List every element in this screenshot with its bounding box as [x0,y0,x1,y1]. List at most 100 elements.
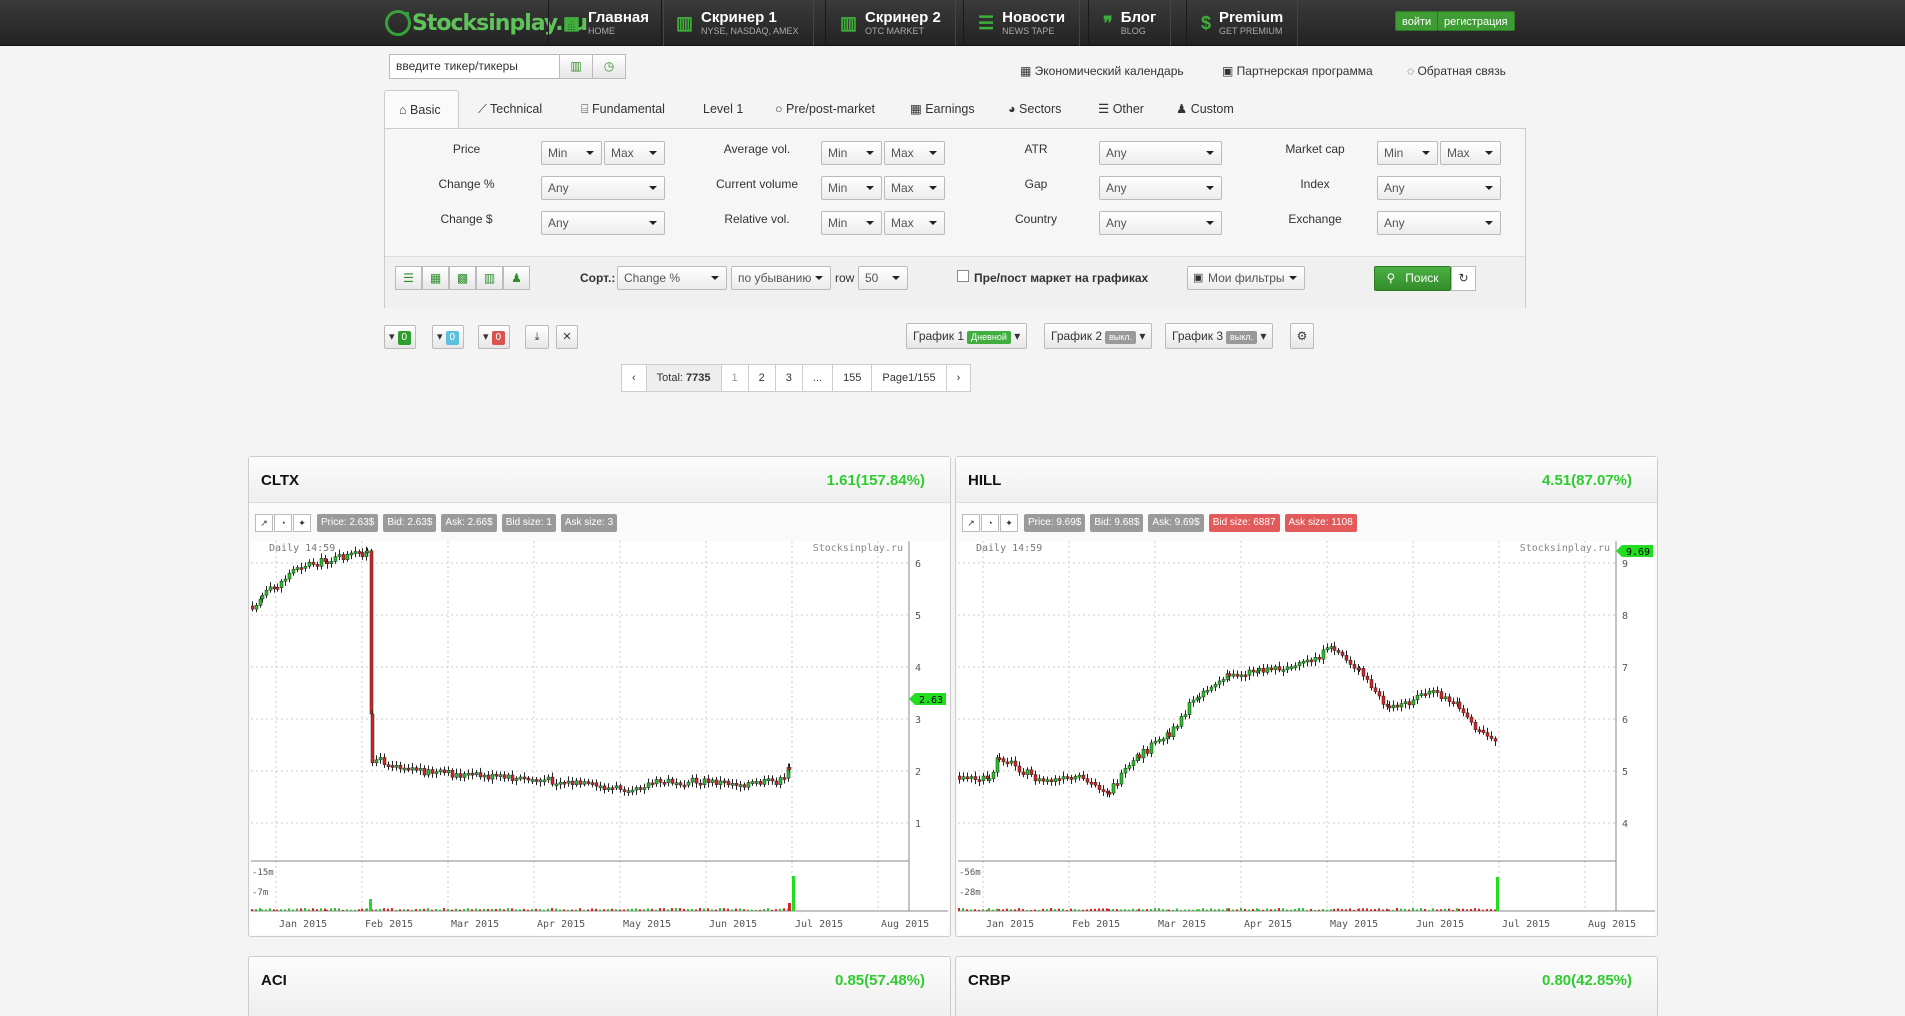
ticker-input[interactable]: введите тикер/тикеры [389,54,560,79]
nav-blog[interactable]: ❞ Блог BLOG [1088,0,1172,46]
candle-body [275,587,280,590]
chart-settings-button[interactable]: ⚙ [1290,323,1314,349]
prepost-checkbox[interactable] [957,270,969,282]
chart3-button[interactable]: График 3 выкл. ▾ [1165,323,1274,349]
relvol-max-select[interactable]: Max [884,211,945,235]
view-list-button[interactable]: ☰ [395,266,422,290]
candle-body [578,780,583,785]
refresh-button[interactable]: ↻ [1451,266,1476,291]
view-user-button[interactable]: ♟ [503,266,530,290]
gap-select[interactable]: Any [1099,176,1222,200]
exchange-select[interactable]: Any [1377,211,1501,235]
nav-screener-1[interactable]: ▥ Скринер 1 NYSE, NASDAQ, AMEX [661,0,814,46]
candle-body [1239,674,1244,678]
page-3[interactable]: 3 [774,364,803,392]
ticker-symbol[interactable]: HILL [968,472,1001,489]
economic-calendar-link[interactable]: ▦ Экономический календарь [1020,64,1184,78]
ticker-symbol[interactable]: ACI [261,972,287,989]
clock-button[interactable]: ◷ [592,54,626,79]
feedback-link[interactable]: ◌ Обратная связь [1407,64,1506,78]
green-count-button[interactable]: ▾ 0 [384,325,417,349]
avgvol-min-select[interactable]: Min [821,141,882,165]
search-button[interactable]: ⚲ Поиск [1374,266,1451,291]
view-charts-button[interactable]: ▥ [476,266,503,290]
page-last[interactable]: 155 [832,364,873,392]
chart1-button[interactable]: График 1 Дневной ▾ [906,323,1028,349]
nav-screener-2[interactable]: ▥ Скринер 2 OTC MARKET [825,0,956,46]
volume-bar [369,899,372,911]
rss-icon[interactable]: ◔ [274,514,292,532]
change-usd-select[interactable]: Any [541,211,665,235]
tab-sectors[interactable]: ◕ Sectors [994,90,1075,128]
avgvol-max-select[interactable]: Max [884,141,945,165]
candle-body [474,772,479,775]
ticker-symbol[interactable]: CRBP [968,972,1011,989]
candle-body [1255,670,1260,674]
tab-other[interactable]: ☰ Other [1084,90,1158,128]
chart2-button[interactable]: График 2 выкл. ▾ [1044,323,1153,349]
sort-select[interactable]: Change % [617,266,727,290]
register-button[interactable]: регистрация [1437,11,1515,31]
rss-icon[interactable]: ◔ [981,514,999,532]
red-count-button[interactable]: ▾ 0 [478,325,511,349]
price-chart[interactable]: 6 5 4 3 2 1 Daily 14:59 Stocksinplay.ru -15m -7m J… [250,541,948,935]
candle-body [1209,686,1214,691]
tab-fundamental-label: Fundamental [591,102,665,116]
clear-button[interactable]: ✕ [556,325,578,349]
page-1[interactable]: 1 [720,364,749,392]
twitter-icon[interactable]: ✦ [1000,514,1018,532]
download-button[interactable]: ⤓ [525,325,549,349]
curvol-min-select[interactable]: Min [821,176,882,200]
next-page-button[interactable]: › [945,364,972,392]
external-link-icon[interactable]: ↗ [255,514,273,532]
candle-body [1493,738,1498,742]
mcap-min-select[interactable]: Min [1377,141,1438,165]
view-tiles-button[interactable]: ▩ [449,266,476,290]
price-chart[interactable]: 9 8 7 6 5 4 Daily 14:59 Stocksinplay.ru -56m -28m… [957,541,1655,935]
view-grid-button[interactable]: ▦ [422,266,449,290]
volume-bar [583,909,585,911]
blue-count-button[interactable]: ▾ 0 [432,325,465,349]
prev-page-button[interactable]: ‹ [621,364,647,392]
candle-body [291,568,296,574]
partner-program-link[interactable]: ▣ Партнерская программа [1222,64,1373,78]
volume-bar [1128,909,1130,911]
country-select[interactable]: Any [1099,211,1222,235]
curvol-max-select[interactable]: Max [884,176,945,200]
tab-fundamental[interactable]: ⌸ Fundamental [567,90,679,128]
tab-earnings[interactable]: ▦ Earnings [896,90,989,128]
tab-prepost[interactable]: ○ Pre/post-market [761,90,889,128]
index-select[interactable]: Any [1377,176,1501,200]
ticker-symbol[interactable]: CLTX [261,472,299,489]
twitter-icon[interactable]: ✦ [293,514,311,532]
page-2[interactable]: 2 [747,364,776,392]
login-button[interactable]: войти [1395,11,1439,31]
volume-bar [1286,909,1288,911]
relvol-min-select[interactable]: Min [821,211,882,235]
price-max-select[interactable]: Max [604,141,665,165]
volume-bar [395,909,397,911]
nav-premium[interactable]: $ Premium GET PREMIUM [1186,0,1299,46]
external-link-icon[interactable]: ↗ [962,514,980,532]
tab-basic[interactable]: ⌂ Basic [384,90,459,128]
price-min-select[interactable]: Min [541,141,602,165]
ask-size-label: Ask size: 3 [560,514,618,532]
change-pct-select[interactable]: Any [541,176,665,200]
volume-bar [375,909,377,911]
label-country: Country [1014,212,1058,226]
volume-bar [1466,909,1468,911]
tab-technical[interactable]: ⟋ Technical [464,90,556,128]
candle-body [1101,789,1106,792]
nav-news[interactable]: ☰ Новости NEWS TAPE [963,0,1081,46]
chart-search-button[interactable]: ▥ [559,54,593,79]
atr-select[interactable]: Any [1099,141,1222,165]
my-filters-dropdown[interactable]: Мои фильтры [1187,266,1305,290]
row-select[interactable]: 50 [858,266,908,290]
order-select[interactable]: по убыванию [731,266,831,290]
volume-bar [391,908,393,911]
nav-home[interactable]: ▦ Главная HOME [548,0,665,46]
tab-level1[interactable]: Level 1 [689,90,757,128]
mcap-max-select[interactable]: Max [1440,141,1501,165]
candle-body [1443,696,1448,700]
tab-custom[interactable]: ♟ Custom [1162,90,1248,128]
